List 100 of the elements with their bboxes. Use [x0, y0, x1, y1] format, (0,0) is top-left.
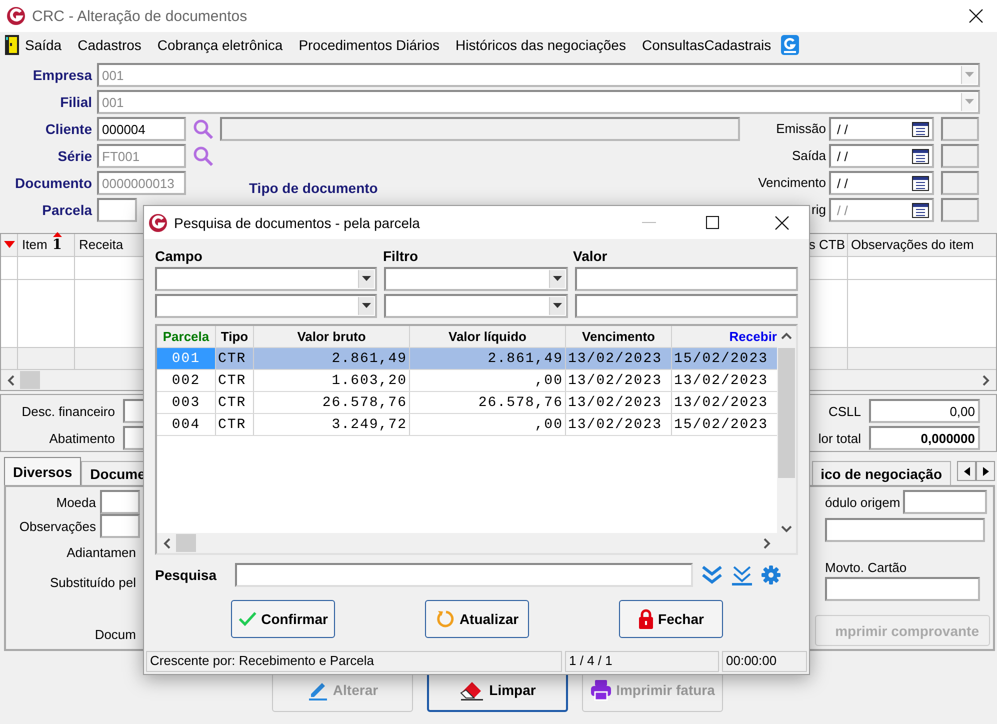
field-label: CSLL — [827, 404, 861, 418]
settings-icon[interactable] — [761, 565, 781, 585]
field-label: Movto. Cartão — [825, 560, 907, 575]
input-field[interactable]: 000004 — [97, 116, 186, 140]
calendar-icon[interactable] — [912, 122, 929, 136]
scrollbar-thumb[interactable] — [20, 371, 40, 390]
field-label: Documento — [14, 174, 93, 190]
field-label: Saída — [791, 148, 826, 163]
input-field[interactable] — [100, 514, 140, 538]
status-text: 1 / 4 / 1 — [565, 651, 719, 672]
menu-item[interactable]: Históricos das negociações — [448, 36, 634, 52]
column-header[interactable]: Receita — [79, 237, 124, 252]
dialog-button[interactable]: Confirmar — [231, 600, 335, 638]
chevron-bar-icon[interactable] — [731, 564, 753, 586]
scroll-left-button[interactable] — [957, 461, 976, 481]
double-chevron-icon[interactable] — [701, 565, 723, 585]
refresh-icon — [435, 609, 456, 629]
logo-icon[interactable] — [781, 34, 800, 54]
table-row[interactable]: 003 CTR 26.578,76 26.578,76 13/02/2023 13/02/2023 — [157, 392, 777, 414]
dialog-button[interactable]: Fechar — [619, 600, 723, 638]
date-field[interactable]: / / — [829, 144, 934, 168]
calendar-icon[interactable] — [912, 148, 929, 164]
tab[interactable]: Diversos — [4, 457, 82, 485]
dialog-title: Pesquisa de documentos - pela parcela — [174, 214, 420, 230]
date-field[interactable]: / / — [829, 170, 934, 194]
column-header[interactable]: Vencimento — [566, 326, 672, 347]
field-label: Desc. financeiro — [20, 404, 115, 418]
date-field[interactable]: / / — [829, 116, 934, 140]
dropdown-field[interactable] — [155, 294, 377, 318]
input-field[interactable]: 0,00 — [869, 399, 980, 423]
table-cell-text: 15/02/2023 — [673, 350, 770, 368]
field-label: ódulo origem — [825, 494, 900, 510]
close-icon[interactable] — [775, 216, 789, 230]
scrollbar-thumb[interactable] — [778, 348, 795, 478]
input-field — [941, 144, 979, 168]
search-icon[interactable] — [192, 118, 214, 140]
input-field[interactable]: 0,000000 — [869, 426, 980, 450]
scroll-up-icon[interactable] — [781, 332, 792, 340]
door-icon[interactable] — [5, 34, 19, 54]
input-field[interactable] — [825, 518, 985, 542]
scroll-left-icon[interactable] — [7, 374, 15, 386]
column-header[interactable]: Parcela — [157, 326, 216, 347]
scroll-right-icon[interactable] — [982, 374, 990, 386]
caret-icon — [358, 297, 374, 315]
menu-item[interactable]: Cadastros — [70, 36, 150, 52]
search-icon[interactable] — [192, 144, 214, 166]
input-field[interactable] — [575, 294, 798, 318]
caret-icon — [961, 92, 977, 110]
dropdown-field[interactable] — [384, 294, 568, 318]
calendar-icon[interactable] — [912, 176, 929, 190]
field-label: Série — [56, 148, 93, 164]
menu-item[interactable]: ConsultasCadastrais — [634, 36, 780, 52]
field-label: Cliente — [44, 120, 93, 136]
input-field[interactable] — [903, 490, 988, 514]
table-cell: 001 — [157, 348, 216, 369]
search-field[interactable] — [235, 563, 693, 587]
menu-item[interactable]: Saída — [19, 36, 70, 52]
status-text: 00:00:00 — [722, 651, 807, 672]
table-cell: 13/02/2023 — [566, 414, 672, 435]
close-icon[interactable] — [969, 9, 983, 23]
maximize-icon[interactable] — [706, 216, 719, 229]
field-label: Abatimento — [48, 430, 115, 446]
column-header[interactable]: Valor líquido — [410, 326, 566, 347]
field-label: Tipo de documento — [249, 180, 378, 196]
scrollbar-thumb[interactable] — [176, 534, 196, 552]
menu-item[interactable]: Procedimentos Diários — [290, 36, 448, 52]
scroll-left-icon[interactable] — [163, 538, 171, 548]
column-header[interactable]: Item — [22, 237, 48, 252]
menu-item[interactable]: Cobrança eletrônica — [149, 36, 291, 52]
column-header[interactable]: Recebir — [672, 326, 778, 347]
input-field[interactable] — [575, 267, 798, 291]
field-label: Observações — [19, 518, 96, 534]
scroll-right-button[interactable] — [976, 461, 995, 481]
dropdown-field[interactable] — [155, 267, 377, 291]
scroll-right-icon[interactable] — [763, 538, 771, 548]
status-text: Crescente por: Recebimento e Parcela — [146, 651, 562, 672]
field-label: rig — [810, 202, 826, 217]
input-field[interactable] — [100, 490, 140, 514]
dropdown-field[interactable] — [384, 267, 568, 291]
table-cell: 13/02/2023 — [566, 392, 672, 413]
table-row[interactable]: 002 CTR 1.603,20 ,00 13/02/2023 13/02/2023 — [157, 370, 777, 392]
table-cell: 003 — [157, 392, 216, 413]
column-header[interactable]: Tipo — [216, 326, 254, 347]
table-row[interactable]: 004 CTR 3.249,72 ,00 13/02/2023 15/02/2023 — [157, 414, 777, 436]
column-header[interactable]: Valor bruto — [254, 326, 410, 347]
column-header[interactable]: Observações do item — [851, 237, 974, 252]
field-label: Vencimento — [757, 175, 826, 190]
tab[interactable]: ico de negociação — [812, 461, 951, 485]
printer-icon — [590, 678, 612, 700]
input-field[interactable] — [825, 577, 980, 601]
dialog-button[interactable]: Atualizar — [425, 600, 529, 638]
field-label: Empresa — [32, 66, 94, 82]
field-label: Adiantamen — [66, 544, 136, 560]
input-field[interactable] — [97, 198, 137, 222]
table-cell: 13/02/2023 — [566, 370, 672, 391]
scroll-down-icon[interactable] — [781, 525, 792, 533]
field-label: Moeda — [56, 494, 96, 510]
table-row[interactable]: 001 CTR 2.861,49 2.861,49 13/02/2023 15/02/2023 — [157, 348, 777, 370]
sort-number: 1 — [52, 237, 62, 254]
minimize-icon[interactable] — [642, 222, 656, 224]
